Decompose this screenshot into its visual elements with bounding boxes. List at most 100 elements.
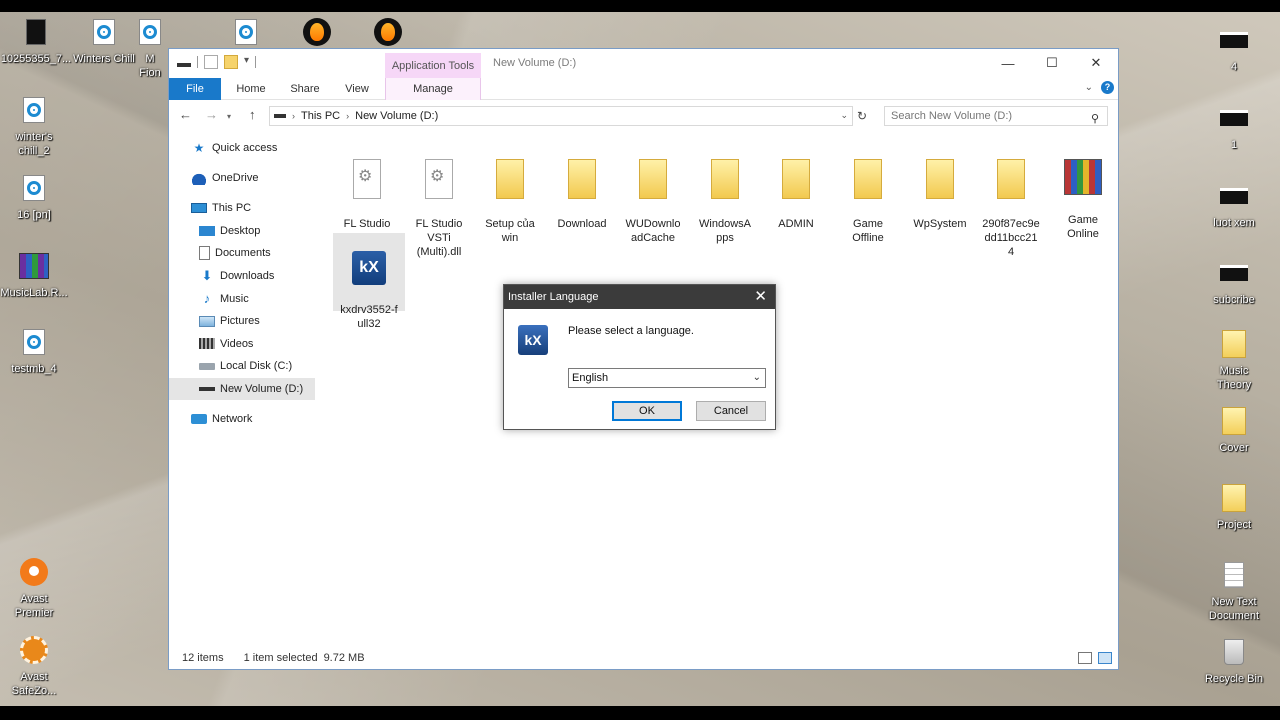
help-icon[interactable]: ? — [1101, 81, 1114, 94]
folder-item-admin[interactable]: ADMIN — [760, 141, 832, 245]
download-arrow-icon: ⬇ — [201, 268, 213, 284]
desktop-icon-music-theory[interactable]: Music Theory — [1198, 328, 1270, 392]
breadcrumb-separator-icon[interactable]: › — [292, 111, 295, 121]
nav-new-volume[interactable]: New Volume (D:) — [169, 377, 315, 401]
maximize-button[interactable]: ☐ — [1030, 49, 1074, 77]
nav-videos[interactable]: Videos — [169, 333, 319, 356]
desktop-icon-4[interactable]: 4 — [1198, 24, 1270, 74]
breadcrumb-this-pc[interactable]: This PC — [301, 110, 340, 122]
folder-item-wpsystem[interactable]: WpSystem — [904, 141, 976, 245]
desktop-icon-testmb[interactable]: testmb_4 — [0, 326, 70, 376]
nav-documents[interactable]: Documents — [169, 242, 319, 265]
audio-file-icon — [18, 94, 50, 126]
breadcrumb-separator-icon[interactable]: › — [346, 111, 349, 121]
tab-view[interactable]: View — [337, 78, 377, 100]
installer-language-dialog: Installer Language ✕ kX Please select a … — [503, 284, 776, 430]
address-history-chevron-icon[interactable]: ⌄ — [840, 110, 848, 121]
desktop-icon-video[interactable]: 10255355_7... — [0, 16, 72, 66]
nav-music[interactable]: ♪ Music — [169, 287, 319, 310]
navigation-pane: ★ Quick access OneDrive This PC Desktop … — [169, 137, 319, 647]
recycle-bin-icon — [1218, 636, 1250, 668]
title-bar: ▾ Application Tools New Volume (D:) — ☐ … — [169, 49, 1118, 79]
avast-icon — [18, 556, 50, 588]
video-thumbnail-icon — [1218, 24, 1250, 56]
file-item-kxdrv3552-full32[interactable]: kX kxdrv3552-f ull32 — [333, 233, 405, 330]
desktop-icon-cover[interactable]: Cover — [1198, 405, 1270, 455]
winrar-icon — [18, 250, 50, 282]
desktop-icon-avast-premier[interactable]: Avast Premier — [0, 556, 70, 620]
desktop-icon-fl-studio-1[interactable] — [281, 16, 353, 52]
breadcrumb-new-volume[interactable]: New Volume (D:) — [355, 110, 438, 122]
nav-desktop[interactable]: Desktop — [169, 220, 319, 243]
dialog-body: kX Please select a language. English ⌄ O… — [504, 309, 775, 429]
kx-logo-icon: kX — [518, 325, 548, 355]
video-thumbnail-icon — [1218, 257, 1250, 289]
customize-toolbar-icon[interactable]: ▾ — [244, 55, 249, 69]
cloud-icon — [191, 171, 207, 186]
large-icons-view-icon[interactable] — [1098, 652, 1112, 664]
details-view-icon[interactable] — [1078, 652, 1092, 664]
nav-local-disk[interactable]: Local Disk (C:) — [169, 355, 319, 378]
properties-icon[interactable] — [204, 55, 218, 69]
desktop-icon-1[interactable]: 1 — [1198, 102, 1270, 152]
dialog-title: Installer Language — [508, 291, 599, 303]
window-title: New Volume (D:) — [493, 57, 577, 69]
desktop-icon-project[interactable]: Project — [1198, 482, 1270, 532]
close-button[interactable]: ✕ — [1074, 49, 1118, 77]
nav-pictures[interactable]: Pictures — [169, 310, 319, 333]
folder-item-download[interactable]: Download — [546, 141, 618, 245]
minimize-button[interactable]: — — [986, 49, 1030, 77]
selection-count: 1 item selected — [243, 652, 318, 664]
desktop-icon-new-text-document[interactable]: New Text Document — [1198, 559, 1270, 623]
file-item-game-online[interactable]: Game Online — [1047, 141, 1119, 255]
back-arrow-icon[interactable]: ← — [179, 107, 192, 122]
ok-button[interactable]: OK — [612, 401, 682, 421]
folder-item-setup-cua-win[interactable]: Setup của win — [474, 141, 546, 259]
folder-item-wudownloadcache[interactable]: WUDownlo adCache — [617, 141, 689, 259]
fl-studio-icon — [372, 16, 404, 48]
up-arrow-icon[interactable]: ↑ — [249, 107, 256, 122]
tab-file[interactable]: File — [169, 78, 221, 100]
new-folder-icon[interactable] — [224, 55, 238, 69]
tab-share[interactable]: Share — [283, 78, 327, 100]
folder-icon — [568, 159, 596, 199]
window-controls: — ☐ ✕ — [986, 49, 1118, 77]
navigation-bar: ← → ▾ ↑ › This PC › New Volume (D:) ⌄ ↻ … — [169, 103, 1118, 129]
desktop-icon-fiona[interactable]: M Fion — [130, 16, 170, 80]
dialog-close-button[interactable]: ✕ — [754, 285, 767, 309]
desktop-icon-winters-chill-2[interactable]: winter's chill_2 — [0, 94, 70, 158]
desktop-icon-musiclab[interactable]: MusicLab.R... — [0, 250, 70, 300]
expand-ribbon-chevron-icon[interactable]: ⌄ — [1085, 82, 1093, 93]
address-bar[interactable]: › This PC › New Volume (D:) ⌄ — [269, 106, 853, 126]
desktop-icon-avast-safezone[interactable]: Avast SafeZo... — [0, 634, 70, 698]
search-placeholder: Search New Volume (D:) — [891, 110, 1013, 122]
nav-network[interactable]: Network — [169, 408, 319, 431]
refresh-icon[interactable]: ↻ — [857, 109, 867, 123]
desktop-icon-luot-xem[interactable]: luot xem — [1198, 180, 1270, 230]
desktop-icon-subcribe[interactable]: subcribe — [1198, 257, 1270, 307]
file-item-fl-studio-vsti-multi[interactable]: FL Studio VSTi (Multi).dll — [403, 141, 475, 273]
desktop-icon-audio[interactable] — [210, 16, 282, 52]
selection-size: 9.72 MB — [323, 652, 365, 664]
search-input[interactable]: Search New Volume (D:) ⚲ — [884, 106, 1108, 126]
nav-quick-access[interactable]: ★ Quick access — [169, 137, 319, 160]
desktop-icon-fl-studio-2[interactable] — [352, 16, 424, 52]
folder-icon — [854, 159, 882, 199]
video-thumbnail-icon — [1218, 102, 1250, 134]
recent-locations-chevron-icon[interactable]: ▾ — [227, 112, 231, 121]
folder-item-windowsapps[interactable]: WindowsA pps — [689, 141, 761, 259]
tab-manage[interactable]: Manage — [385, 78, 481, 100]
nav-this-pc[interactable]: This PC — [169, 197, 319, 220]
desktop-icon-recycle-bin[interactable]: Recycle Bin — [1198, 636, 1270, 686]
cancel-button[interactable]: Cancel — [696, 401, 766, 421]
desktop-icon-16pn[interactable]: 16 [pn] — [0, 172, 70, 222]
nav-downloads[interactable]: ⬇ Downloads — [169, 265, 319, 288]
folder-item-game-offline[interactable]: Game Offline — [832, 141, 904, 259]
folder-item-290f87ec9e[interactable]: 290f87ec9e dd11bcc21 4 — [975, 141, 1047, 273]
tab-home[interactable]: Home — [229, 78, 273, 100]
nav-onedrive[interactable]: OneDrive — [169, 167, 319, 190]
text-document-icon — [1218, 559, 1250, 591]
forward-arrow-icon[interactable]: → — [205, 107, 218, 122]
view-switcher — [1078, 652, 1112, 664]
language-select[interactable]: English ⌄ — [568, 368, 766, 388]
